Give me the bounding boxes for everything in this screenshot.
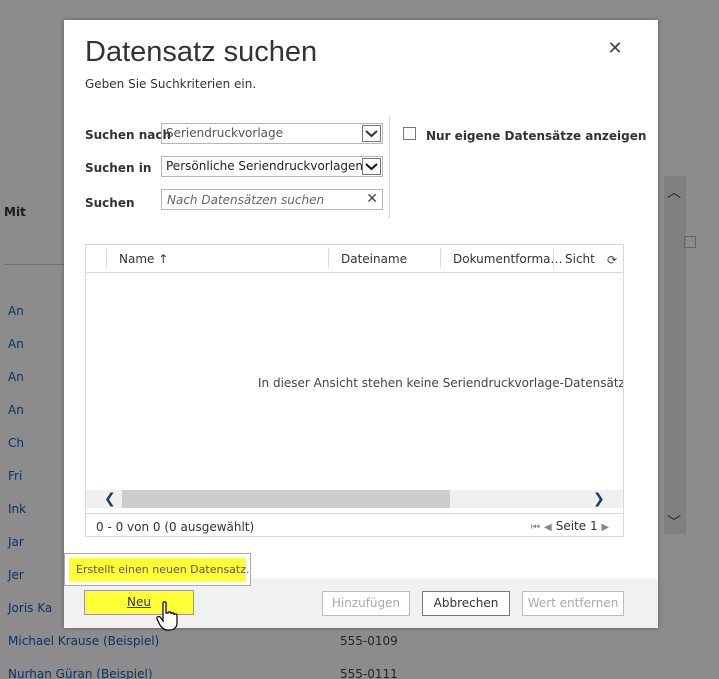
new-button-label: Neu (127, 595, 151, 609)
own-records-checkbox[interactable] (403, 127, 416, 140)
column-divider (440, 249, 441, 267)
search-for-value: Seriendruckvorlage (166, 126, 284, 140)
own-records-label[interactable]: Nur eigene Datensätze anzeigen (426, 129, 646, 143)
page-label: Seite 1 (555, 519, 598, 533)
results-grid: Name ↑ Dateiname Dokumentforma… Sicht ⟳ … (85, 244, 624, 537)
record-count: 0 - 0 von 0 (0 ausgewählt) (96, 520, 255, 534)
column-header-filename[interactable]: Dateiname (341, 252, 407, 266)
previous-page-icon[interactable]: ◀ (544, 522, 552, 533)
search-in-select[interactable]: Persönliche Seriendruckvorlagen (161, 156, 383, 177)
search-input[interactable]: Nach Datensätzen suchen ✕ (161, 189, 383, 210)
search-placeholder: Nach Datensätzen suchen (167, 193, 325, 207)
column-header-name[interactable]: Name ↑ (119, 252, 168, 266)
remove-value-button[interactable]: Wert entfernen (522, 591, 624, 616)
search-in-value: Persönliche Seriendruckvorlagen (166, 159, 364, 173)
add-button[interactable]: Hinzufügen (322, 591, 410, 616)
refresh-icon[interactable]: ⟳ (607, 253, 617, 267)
chevron-down-icon[interactable] (362, 158, 381, 175)
horizontal-scrollbar[interactable]: ❮ ❯ (86, 490, 623, 508)
scrollbar-thumb[interactable] (122, 490, 450, 508)
dialog-subtitle: Geben Sie Suchkriterien ein. (85, 77, 257, 91)
empty-message: In dieser Ansicht stehen keine Seriendru… (258, 376, 623, 390)
tooltip-text: Erstellt einen neuen Datensatz. (69, 558, 250, 581)
dialog-footer: Neu Hinzufügen Abbrechen Wert entfernen (64, 579, 658, 628)
first-page-icon[interactable]: ⏮ (531, 522, 540, 533)
chevron-down-icon[interactable] (362, 125, 381, 142)
chevron-right-icon[interactable]: ❯ (593, 491, 605, 507)
search-label: Suchen (85, 196, 135, 210)
lookup-dialog: Datensatz suchen Geben Sie Suchkriterien… (64, 20, 658, 628)
search-for-label: Suchen nach (85, 128, 171, 142)
new-button-tooltip: Erstellt einen neuen Datensatz. (64, 553, 251, 586)
close-icon[interactable]: ✕ (606, 40, 624, 58)
column-divider (553, 249, 554, 267)
column-header-view[interactable]: Sicht (565, 252, 595, 266)
clear-icon[interactable]: ✕ (366, 191, 378, 207)
hand-cursor-icon (156, 601, 178, 631)
chevron-left-icon[interactable]: ❮ (104, 491, 116, 507)
divider (389, 116, 390, 218)
cancel-button[interactable]: Abbrechen (422, 591, 510, 616)
column-divider (106, 249, 107, 267)
dialog-title: Datensatz suchen (85, 36, 318, 68)
column-divider (328, 249, 329, 267)
pager: ⏮ ◀ Seite 1 ▶ (531, 519, 613, 533)
grid-header: Name ↑ Dateiname Dokumentforma… Sicht ⟳ (86, 245, 623, 273)
search-for-select[interactable]: Seriendruckvorlage (161, 123, 383, 144)
next-page-icon[interactable]: ▶ (601, 522, 609, 533)
grid-footer: 0 - 0 von 0 (0 ausgewählt) ⏮ ◀ Seite 1 ▶ (86, 513, 623, 537)
column-header-format[interactable]: Dokumentforma… (453, 252, 562, 266)
search-in-label: Suchen in (85, 161, 152, 175)
